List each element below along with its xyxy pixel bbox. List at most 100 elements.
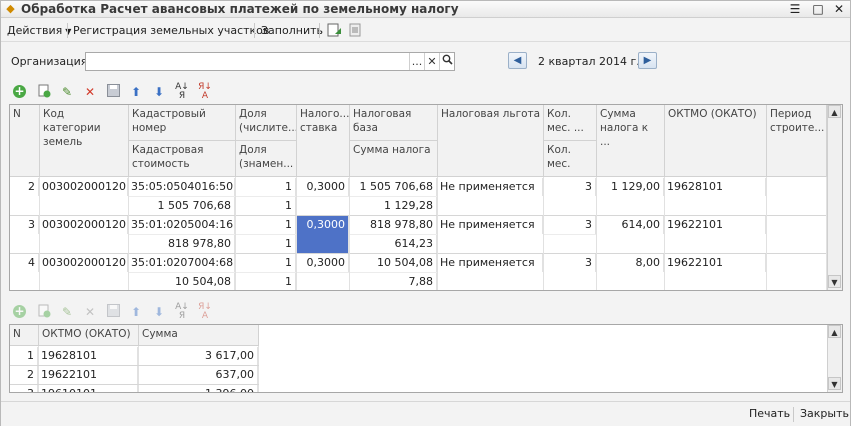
cell-tax-sum[interactable]: 7,88 xyxy=(349,273,437,290)
header-n[interactable]: N xyxy=(10,105,40,177)
org-clear-icon[interactable]: ✕ xyxy=(424,53,439,70)
sub-move-up-icon[interactable]: ⬆ xyxy=(127,303,145,321)
sub-add-row-icon[interactable]: + xyxy=(11,303,29,321)
sub-copy-row-icon[interactable] xyxy=(35,303,53,321)
prev-period-button[interactable]: ◀ xyxy=(508,52,527,69)
sub-cell-oktmo[interactable]: 19622101 xyxy=(38,366,138,384)
cell-share-den[interactable]: 1 xyxy=(235,273,296,290)
move-down-icon[interactable]: ⬇ xyxy=(150,83,168,101)
cell-rate[interactable]: 0,3000 xyxy=(296,254,349,272)
cell-cadcost[interactable]: 818 978,80 xyxy=(128,235,235,253)
cell-oktmo[interactable]: 19622101 xyxy=(664,254,766,272)
sub-sort-desc-icon[interactable]: Я↓ A xyxy=(196,303,214,321)
menu-icon[interactable]: ☰ xyxy=(786,1,804,17)
cell-base[interactable]: 1 505 706,68 xyxy=(349,178,437,196)
main-vscroll[interactable]: ▲ ▼ xyxy=(827,105,842,290)
sub-cell-n[interactable]: 1 xyxy=(10,347,38,365)
header-rate[interactable]: Налого... ставка xyxy=(297,105,350,177)
sub-save-icon[interactable] xyxy=(104,303,122,321)
cell-cadcost[interactable]: 1 505 706,68 xyxy=(128,197,235,215)
cell-share-num[interactable]: 1 xyxy=(235,178,296,196)
delete-icon[interactable]: ✕ xyxy=(81,83,99,101)
header-base[interactable]: Налоговая база xyxy=(350,105,438,141)
cell-rate[interactable]: 0,3000 xyxy=(296,178,349,196)
sub-header-n[interactable]: N xyxy=(10,325,39,346)
sub-cell-sum[interactable]: 3 617,00 xyxy=(138,347,258,365)
scroll-down-icon[interactable]: ▼ xyxy=(828,275,841,288)
cell-tax-sum[interactable]: 1 129,28 xyxy=(349,197,437,215)
sub-header-oktmo[interactable]: ОКТМО (ОКАТО) xyxy=(39,325,139,346)
maximize-icon[interactable]: □ xyxy=(809,1,827,17)
copy-row-icon[interactable] xyxy=(35,83,53,101)
cell-oktmo[interactable]: 19622101 xyxy=(664,216,766,234)
registration-button[interactable]: Регистрация земельных участков xyxy=(73,19,269,42)
sub-vscroll[interactable]: ▲ ▼ xyxy=(827,325,842,392)
sub-cell-n[interactable]: 2 xyxy=(10,366,38,384)
header-category[interactable]: Код категории земель xyxy=(40,105,129,177)
header-share-num[interactable]: Доля (числите... xyxy=(236,105,297,141)
close-button[interactable]: Закрыть xyxy=(800,402,849,426)
print-button[interactable]: Печать xyxy=(749,402,790,426)
cell-cadcost[interactable]: 10 504,08 xyxy=(128,273,235,290)
cell-n[interactable]: 2 xyxy=(10,178,39,196)
header-oktmo[interactable]: ОКТМО (ОКАТО) xyxy=(665,105,767,177)
cell-n[interactable]: 3 xyxy=(10,216,39,234)
cell-share-den[interactable]: 1 xyxy=(235,197,296,215)
next-period-button[interactable]: ▶ xyxy=(638,52,657,69)
search-icon[interactable] xyxy=(439,53,454,70)
header-months-2[interactable]: Кол. мес. xyxy=(544,141,597,177)
header-cadcost[interactable]: Кадастровая стоимость xyxy=(129,141,236,177)
cell-oktmo[interactable]: 19628101 xyxy=(664,178,766,196)
upload-icon[interactable] xyxy=(326,22,343,39)
cell-cadnum[interactable]: 35:05:0504016:50 xyxy=(128,178,235,196)
cell-share-num[interactable]: 1 xyxy=(235,254,296,272)
cell-share-den[interactable]: 1 xyxy=(235,235,296,253)
sub-edit-icon[interactable]: ✎ xyxy=(58,303,76,321)
cell-months[interactable]: 3 xyxy=(543,216,596,234)
header-tax-to[interactable]: Сумма налога к ... xyxy=(597,105,665,177)
header-months-1[interactable]: Кол. мес. ... xyxy=(544,105,597,141)
download-icon[interactable] xyxy=(347,22,364,39)
scroll-up-icon[interactable]: ▲ xyxy=(828,105,841,118)
header-tax-sum[interactable]: Сумма налога xyxy=(350,141,438,177)
org-select-button[interactable]: ... xyxy=(409,53,424,70)
cell-months[interactable]: 3 xyxy=(543,254,596,272)
scroll-down-icon[interactable]: ▼ xyxy=(828,377,841,390)
sort-desc-icon[interactable]: Я↓ A xyxy=(196,83,214,101)
add-row-icon[interactable]: + xyxy=(11,83,29,101)
sub-header-sum[interactable]: Сумма xyxy=(139,325,259,346)
sub-cell-oktmo[interactable]: 19610101 xyxy=(38,385,138,392)
cell-benefit[interactable]: Не применяется xyxy=(437,254,543,272)
cell-base[interactable]: 818 978,80 xyxy=(349,216,437,234)
header-share-den[interactable]: Доля (знамен... xyxy=(236,141,297,177)
scroll-up-icon[interactable]: ▲ xyxy=(828,325,841,338)
edit-icon[interactable]: ✎ xyxy=(58,83,76,101)
sub-cell-oktmo[interactable]: 19628101 xyxy=(38,347,138,365)
cell-n[interactable]: 4 xyxy=(10,254,39,272)
fill-button[interactable]: Заполнить xyxy=(261,19,323,42)
cell-base[interactable]: 10 504,08 xyxy=(349,254,437,272)
cell-months[interactable]: 3 xyxy=(543,178,596,196)
cell-category[interactable]: 003002000120 xyxy=(39,254,128,272)
org-field[interactable]: ... ✕ xyxy=(85,52,455,71)
close-icon[interactable]: ✕ xyxy=(830,1,848,17)
cell-tax-sum[interactable]: 614,23 xyxy=(349,235,437,253)
move-up-icon[interactable]: ⬆ xyxy=(127,83,145,101)
cell-category[interactable]: 003002000120 xyxy=(39,178,128,196)
sub-cell-n[interactable]: 3 xyxy=(10,385,38,392)
cell-cadnum[interactable]: 35:01:0205004:16 xyxy=(128,216,235,234)
cell-tax-to[interactable]: 1 129,00 xyxy=(596,178,664,196)
sub-cell-sum[interactable]: 637,00 xyxy=(138,366,258,384)
sub-sort-asc-icon[interactable]: A↓ Я xyxy=(173,303,191,321)
sort-asc-icon[interactable]: A↓ Я xyxy=(173,83,191,101)
header-period[interactable]: Период строите... xyxy=(767,105,827,177)
cell-rate-selected[interactable]: 0,3000 xyxy=(297,216,349,253)
cell-benefit[interactable]: Не применяется xyxy=(437,216,543,234)
cell-tax-to[interactable]: 614,00 xyxy=(596,216,664,234)
sub-move-down-icon[interactable]: ⬇ xyxy=(150,303,168,321)
header-benefit[interactable]: Налоговая льгота xyxy=(438,105,544,177)
cell-benefit[interactable]: Не применяется xyxy=(437,178,543,196)
sub-delete-icon[interactable]: ✕ xyxy=(81,303,99,321)
save-icon[interactable] xyxy=(104,83,122,101)
actions-menu[interactable]: Действия ▼ xyxy=(7,19,71,42)
